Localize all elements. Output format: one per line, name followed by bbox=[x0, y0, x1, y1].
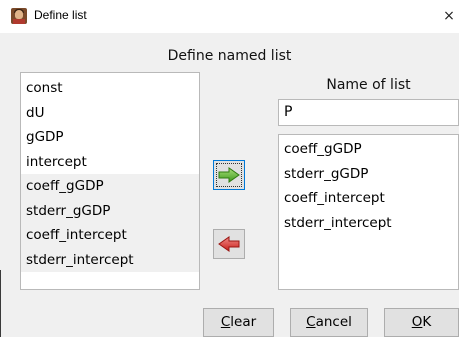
remove-from-list-button[interactable] bbox=[213, 229, 245, 259]
list-item[interactable]: stderr_gGDP bbox=[21, 198, 199, 223]
list-item[interactable]: stderr_intercept bbox=[21, 247, 199, 272]
dialog-heading: Define named list bbox=[167, 48, 292, 64]
list-item[interactable]: stderr_gGDP bbox=[279, 162, 458, 187]
list-item[interactable]: intercept bbox=[21, 150, 199, 175]
list-item[interactable]: stderr_intercept bbox=[279, 211, 458, 236]
ok-mnemonic: O bbox=[411, 314, 423, 330]
window-title: Define list bbox=[34, 8, 87, 22]
list-item[interactable]: coeff_intercept bbox=[21, 223, 199, 248]
list-item[interactable]: coeff_gGDP bbox=[21, 174, 199, 199]
available-series-list[interactable]: const dU gGDP intercept coeff_gGDP stder… bbox=[20, 72, 200, 290]
window-edge bbox=[0, 270, 1, 337]
cancel-button[interactable]: Cancel bbox=[290, 308, 368, 337]
close-icon[interactable]: × bbox=[440, 6, 458, 26]
list-name-input[interactable]: P bbox=[278, 99, 459, 126]
cancel-mnemonic: C bbox=[306, 314, 316, 330]
list-item[interactable]: gGDP bbox=[21, 125, 199, 150]
list-item[interactable]: dU bbox=[21, 101, 199, 126]
app-icon bbox=[11, 8, 27, 24]
clear-button[interactable]: Clear bbox=[203, 308, 274, 337]
right-arrow-icon bbox=[218, 167, 240, 183]
list-name-label: Name of list bbox=[326, 77, 411, 93]
selected-series-list[interactable]: coeff_gGDP stderr_gGDP coeff_intercept s… bbox=[278, 134, 459, 290]
title-bar[interactable]: Define list × bbox=[0, 0, 459, 33]
list-item[interactable]: coeff_gGDP bbox=[279, 137, 458, 162]
clear-mnemonic: C bbox=[220, 314, 231, 330]
list-item[interactable]: coeff_intercept bbox=[279, 186, 458, 211]
list-item[interactable]: const bbox=[21, 76, 199, 101]
ok-label-rest: K bbox=[422, 314, 432, 330]
cancel-label-rest: ancel bbox=[315, 314, 352, 330]
ok-button[interactable]: OK bbox=[384, 308, 459, 337]
left-arrow-icon bbox=[218, 236, 240, 252]
clear-label-rest: lear bbox=[230, 314, 257, 330]
add-to-list-button[interactable] bbox=[213, 160, 245, 190]
